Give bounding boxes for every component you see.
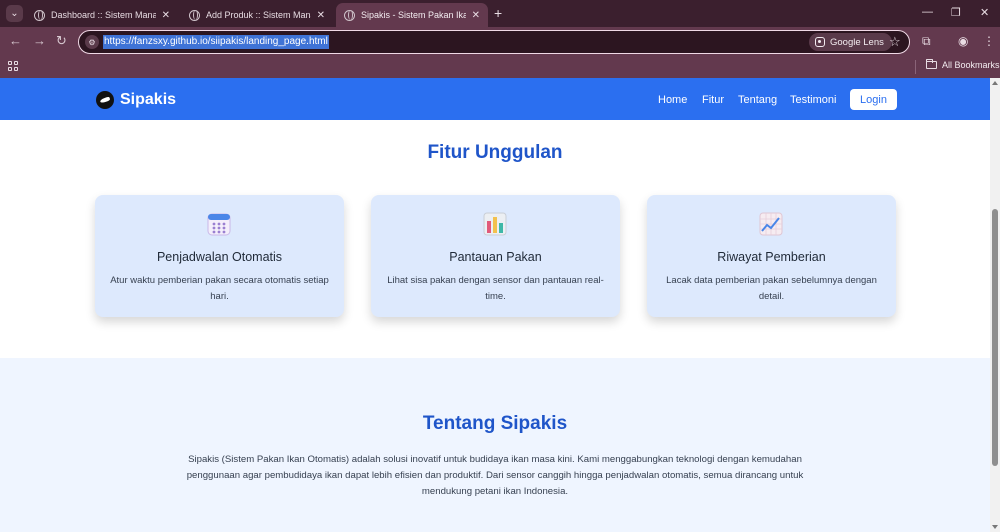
folder-icon (926, 59, 937, 69)
forward-icon[interactable]: → (33, 34, 46, 48)
feature-title: Pantauan Pakan (449, 250, 542, 264)
fish-logo-icon (96, 91, 114, 109)
extensions-icon[interactable]: ⧉ (922, 34, 931, 49)
minimize-icon[interactable]: — (922, 6, 933, 18)
globe-icon (189, 9, 200, 21)
tab-search-menu-icon[interactable]: ⌄ (6, 5, 23, 22)
brand-name: Sipakis (120, 91, 177, 108)
feature-description: Lacak data pemberian pakan sebelumnya de… (666, 275, 877, 302)
tab-title: Add Produk :: Sistem Manajemen (206, 10, 311, 20)
feature-title: Penjadwalan Otomatis (156, 250, 283, 264)
new-tab-button[interactable]: + (494, 6, 502, 20)
feature-description: Lihat sisa pakan dengan sensor dan panta… (387, 275, 604, 302)
close-icon[interactable]: ✕ (472, 10, 480, 21)
nav-link-home[interactable]: Home (658, 94, 687, 106)
calendar-icon (207, 213, 231, 236)
scrollbar-thumb[interactable] (992, 209, 998, 466)
bar-chart-icon (483, 212, 507, 236)
about-heading: Tentang Sipakis (422, 413, 568, 434)
features-heading: Fitur Unggulan (427, 142, 563, 163)
lens-label: Google Lens (830, 36, 884, 48)
tab-title: Dashboard :: Sistem Manajemen (51, 10, 156, 20)
close-icon[interactable]: ✕ (317, 10, 325, 21)
profile-icon[interactable]: ◉ (958, 34, 968, 48)
nav-link-fitur[interactable]: Fitur (702, 94, 724, 106)
page-scrollbar[interactable] (990, 78, 1000, 532)
all-bookmarks-button[interactable]: All Bookmarks (926, 59, 1000, 70)
about-text: Sipakis (Sistem Pakan Ikan Otomatis) ada… (186, 454, 804, 497)
close-window-icon[interactable]: ✕ (980, 6, 989, 19)
feature-description: Atur waktu pemberian pakan secara otomat… (110, 275, 329, 302)
scroll-up-arrow[interactable] (992, 81, 998, 85)
back-icon[interactable]: ← (9, 34, 22, 48)
url-text[interactable]: https://fanzsxy.github.io/siipakis/landi… (103, 35, 329, 49)
page-viewport: Sipakis Home Fitur Tentang Testimoni Log… (0, 78, 990, 532)
login-button[interactable]: Login (850, 89, 897, 110)
google-lens-button[interactable]: Google Lens (809, 33, 892, 51)
browser-toolbar: ← → ↻ ⚙ https://fanzsxy.github.io/siipak… (0, 27, 1000, 57)
feature-card: Riwayat Pemberian Lacak data pemberian p… (647, 195, 896, 317)
bookmark-star-icon[interactable]: ☆ (889, 34, 901, 50)
scroll-down-arrow[interactable] (992, 525, 998, 529)
lens-icon (815, 37, 825, 47)
nav-link-tentang[interactable]: Tentang (738, 94, 777, 106)
nav-link-testimoni[interactable]: Testimoni (790, 94, 836, 106)
site-navbar: Sipakis Home Fitur Tentang Testimoni Log… (0, 78, 990, 120)
bookmarks-bar: All Bookmarks (0, 57, 1000, 78)
browser-tab[interactable]: Add Produk :: Sistem Manajemen ✕ (181, 3, 333, 27)
globe-icon (344, 9, 355, 21)
browser-tab[interactable]: Dashboard :: Sistem Manajemen ✕ (26, 3, 178, 27)
close-icon[interactable]: ✕ (162, 10, 170, 21)
address-bar[interactable]: ⚙ https://fanzsxy.github.io/siipakis/lan… (78, 30, 910, 54)
tab-title: Sipakis - Sistem Pakan Ikan Oto (361, 10, 466, 20)
about-section: Tentang Sipakis Sipakis (Sistem Pakan Ik… (0, 358, 990, 532)
menu-dots-icon[interactable]: ⋮ (983, 34, 995, 48)
feature-title: Riwayat Pemberian (717, 250, 826, 264)
site-info-icon[interactable]: ⚙ (85, 35, 99, 49)
feature-card: Pantauan Pakan Lihat sisa pakan dengan s… (371, 195, 620, 317)
reload-icon[interactable]: ↻ (56, 34, 67, 48)
apps-grid-icon[interactable] (8, 61, 18, 71)
globe-icon (34, 9, 45, 21)
divider (915, 60, 916, 74)
browser-tab-active[interactable]: Sipakis - Sistem Pakan Ikan Oto ✕ (336, 3, 488, 27)
feature-card: Penjadwalan Otomatis Atur waktu pemberia… (95, 195, 344, 317)
brand[interactable]: Sipakis (96, 91, 176, 109)
browser-tab-bar: ⌄ Dashboard :: Sistem Manajemen ✕ Add Pr… (0, 0, 1000, 27)
all-bookmarks-label: All Bookmarks (942, 60, 1000, 70)
restore-icon[interactable]: ❐ (951, 6, 961, 19)
trend-chart-icon (759, 212, 783, 236)
